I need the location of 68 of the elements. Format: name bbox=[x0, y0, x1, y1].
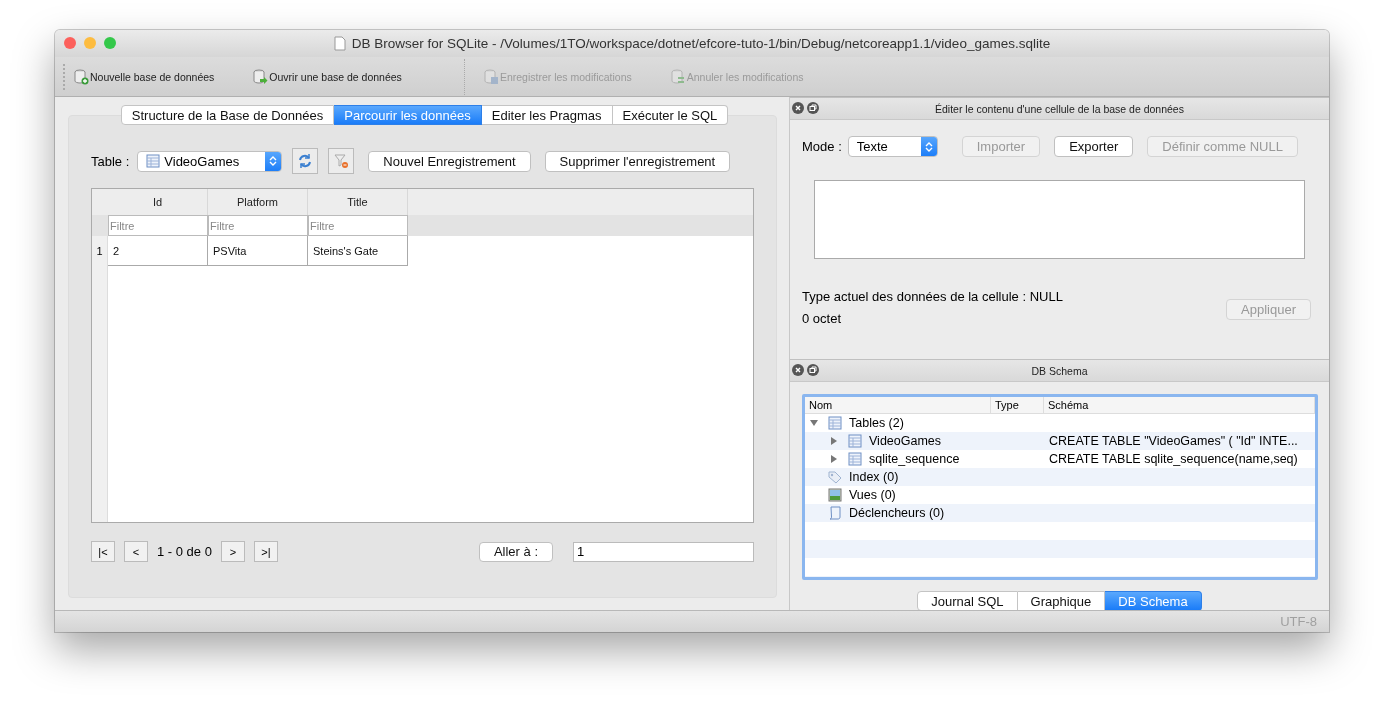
updown-icon bbox=[924, 140, 933, 153]
refresh-icon bbox=[297, 153, 314, 169]
table-icon bbox=[146, 154, 161, 168]
tree-item[interactable]: Index (0) bbox=[849, 470, 899, 484]
filter-field[interactable]: Filtre bbox=[308, 215, 408, 236]
dock-title: DB Schema bbox=[1030, 364, 1089, 377]
updown-icon bbox=[269, 155, 278, 167]
schema-text: CREATE TABLE sqlite_sequence(name,seq) bbox=[1049, 452, 1298, 466]
column-header[interactable]: Schéma bbox=[1044, 397, 1315, 413]
tab[interactable]: Graphique bbox=[1017, 591, 1106, 611]
goto-field[interactable]: 1 bbox=[573, 541, 754, 562]
toolbar-button[interactable]: Ouvrir une base de données bbox=[252, 68, 402, 85]
schema-text: CREATE TABLE "VideoGames" ( "Id" INTE... bbox=[1049, 434, 1298, 448]
previous-page-button[interactable]: < bbox=[124, 541, 148, 562]
push-button[interactable]: Exporter bbox=[1054, 136, 1134, 157]
landscape-icon bbox=[828, 488, 842, 502]
table-cell[interactable]: PSVita bbox=[208, 236, 308, 266]
close-window-button[interactable] bbox=[64, 37, 76, 49]
table-cell[interactable]: Steins's Gate bbox=[308, 236, 408, 266]
toolbar-button[interactable]: Nouvelle base de données bbox=[73, 68, 215, 85]
next-page-button[interactable]: > bbox=[220, 541, 245, 562]
row-number: 1 bbox=[92, 236, 108, 266]
tab[interactable]: Structure de la Base de Données bbox=[120, 105, 335, 125]
type-text: Type actuel des données de la cellule : NULL bbox=[802, 289, 1063, 304]
clear-filter-button[interactable] bbox=[328, 148, 355, 174]
expanded-arrow-icon[interactable] bbox=[809, 418, 819, 428]
tree-item[interactable]: Déclencheurs (0) bbox=[849, 506, 945, 520]
encoding-text: UTF-8 bbox=[1280, 614, 1317, 629]
dock-title: Éditer le contenu d'une cellule de la base de données bbox=[934, 102, 1185, 115]
database-plus-icon bbox=[73, 68, 89, 85]
cell-text-area[interactable] bbox=[814, 180, 1305, 259]
goto-button[interactable]: Aller à : bbox=[478, 541, 553, 562]
database-arrows-icon bbox=[669, 68, 686, 85]
document-icon bbox=[333, 36, 346, 51]
table-icon bbox=[848, 452, 862, 466]
database-arrow-icon bbox=[252, 68, 269, 85]
tab[interactable]: Journal SQL bbox=[917, 591, 1018, 611]
close-icon[interactable] bbox=[792, 364, 804, 376]
tab[interactable]: Editer les Pragmas bbox=[481, 105, 613, 125]
collapsed-arrow-icon[interactable] bbox=[829, 436, 839, 446]
first-page-button[interactable]: |< bbox=[91, 541, 115, 562]
tree-item[interactable]: VideoGames bbox=[869, 434, 942, 448]
push-button[interactable]: Supprimer l'enregistrement bbox=[544, 150, 731, 172]
table-label: Table : bbox=[91, 153, 130, 169]
float-icon[interactable] bbox=[807, 102, 819, 114]
mode-label: Mode : bbox=[802, 139, 842, 154]
table-dropdown[interactable]: VideoGames bbox=[137, 150, 283, 172]
column-header[interactable]: Nom bbox=[805, 397, 991, 413]
close-icon[interactable] bbox=[792, 102, 804, 114]
push-button[interactable]: Nouvel Enregistrement bbox=[368, 150, 531, 172]
column-header[interactable]: Type bbox=[991, 397, 1044, 413]
mode-dropdown[interactable]: Texte bbox=[847, 136, 938, 157]
refresh-button[interactable] bbox=[292, 148, 319, 174]
filter-field[interactable]: Filtre bbox=[208, 215, 308, 236]
page-status: 1 - 0 de 0 bbox=[157, 544, 212, 559]
tree-item[interactable]: Vues (0) bbox=[849, 488, 896, 502]
table-cell[interactable]: 2 bbox=[108, 236, 208, 266]
last-page-button[interactable]: >| bbox=[253, 541, 278, 562]
window-title: DB Browser for SQLite - /Volumes/1TO/workspace/dotnet/efcore-tuto-1/bin/Debug/netcoreapp1.1/video_games.sqlite bbox=[351, 36, 1051, 51]
table-icon bbox=[828, 416, 842, 430]
tree-item[interactable]: Tables (2) bbox=[849, 416, 904, 430]
funnel-icon bbox=[333, 153, 350, 169]
float-icon[interactable] bbox=[807, 364, 819, 376]
collapsed-arrow-icon[interactable] bbox=[829, 454, 839, 464]
filter-field[interactable]: Filtre bbox=[108, 215, 208, 236]
size-text: 0 octet bbox=[802, 311, 843, 326]
tree-item[interactable]: sqlite_sequence bbox=[869, 452, 960, 466]
tab[interactable]: Exécuter le SQL bbox=[612, 105, 729, 125]
